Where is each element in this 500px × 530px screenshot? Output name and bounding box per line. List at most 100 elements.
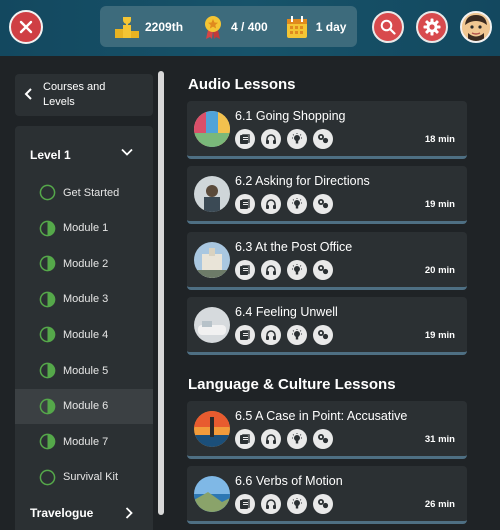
lesson-activity-button[interactable] [261,129,281,149]
courses-label-line1: Courses and [43,81,106,93]
sidebar-scrollbar[interactable] [158,71,164,515]
travelogue-label[interactable]: Travelogue [30,506,93,520]
progress-circle-icon [39,291,56,308]
lesson-title: 6.5 A Case in Point: Accusative [235,409,408,423]
sidebar-item-label: Get Started [63,186,120,199]
flashcards-icon [318,434,329,444]
lesson-thumbnail [194,307,230,343]
lesson-activity-button[interactable] [261,429,281,449]
lightbulb-icon [292,198,302,209]
lesson-notes-icon [240,434,250,444]
gear-icon [423,18,441,36]
lesson-activity-button[interactable] [261,494,281,514]
sidebar-item-module[interactable]: Get Started [15,175,153,210]
chevron-left-icon [15,87,43,104]
chevron-down-icon[interactable] [121,146,133,158]
sidebar-item-module[interactable]: Survival Kit [15,460,153,495]
lesson-activity-button[interactable] [313,194,333,214]
lesson-activity-button[interactable] [313,129,333,149]
search-button[interactable] [372,11,404,43]
lesson-activity-button[interactable] [235,194,255,214]
progress-circle-icon [39,220,56,236]
sidebar-item-label: Module 7 [63,435,109,448]
courses-and-levels-button[interactable]: Courses and Levels [15,74,153,116]
lesson-card[interactable]: 6.4 Feeling Unwell 19 min [187,297,467,355]
lesson-duration: 26 min [424,499,455,510]
lesson-notes-icon [240,330,250,340]
lesson-notes-icon [240,265,250,275]
headphones-icon [266,434,276,444]
lesson-activity-button[interactable] [287,129,307,149]
top-bar: 2209th 4 / 400 1 day [0,0,500,56]
sidebar-item-label: Module 1 [63,222,109,235]
lesson-activity-button[interactable] [313,429,333,449]
sidebar-item-label: Module 2 [63,257,109,270]
lesson-activity-button[interactable] [313,494,333,514]
chevron-right-icon[interactable] [123,507,135,519]
lesson-activity-button[interactable] [235,129,255,149]
lesson-activity-button[interactable] [287,194,307,214]
rank-value: 2209th [145,19,184,34]
lesson-activity-button[interactable] [313,260,333,280]
lesson-activity-button[interactable] [235,260,255,280]
lesson-activity-button[interactable] [235,494,255,514]
lesson-thumbnail [194,476,230,512]
star-medal-icon [205,15,222,39]
lesson-activity-button[interactable] [287,260,307,280]
lesson-card[interactable]: 6.2 Asking for Directions 19 min [187,166,467,224]
sidebar-item-label: Survival Kit [63,471,119,484]
lightbulb-icon [292,133,302,144]
lesson-thumbnail [194,111,230,147]
lesson-duration: 20 min [424,265,455,276]
lesson-activity-button[interactable] [287,494,307,514]
headphones-icon [266,265,276,275]
lesson-activity-button[interactable] [261,325,281,345]
lesson-activity-icons [235,325,333,345]
level-title[interactable]: Level 1 [30,148,71,162]
lesson-activity-icons [235,260,333,280]
lesson-activity-button[interactable] [261,260,281,280]
flashcards-icon [318,134,329,144]
lesson-activity-button[interactable] [287,429,307,449]
lesson-card[interactable]: 6.5 A Case in Point: Accusative 31 min [187,401,467,459]
progress-circle-icon [39,433,56,450]
settings-button[interactable] [416,11,448,43]
audio-lessons-title: Audio Lessons [188,76,296,93]
user-avatar[interactable] [460,11,492,43]
sidebar-item-module[interactable]: Module 3 [15,282,153,317]
sidebar-item-module[interactable]: Module 2 [15,246,153,281]
close-icon [19,20,33,34]
progress-circle-icon [39,184,56,201]
lightbulb-icon [292,329,302,340]
sidebar-item-label: Module 3 [63,293,109,306]
lesson-card[interactable]: 6.3 At the Post Office 20 min [187,232,467,290]
lesson-activity-icons [235,429,333,449]
sidebar-item-module[interactable]: Module 6 [15,388,153,424]
lesson-activity-icons [235,129,333,149]
lesson-activity-button[interactable] [261,194,281,214]
lesson-card[interactable]: 6.1 Going Shopping 18 min [187,101,467,159]
headphones-icon [266,330,276,340]
courses-label: Courses and Levels [43,80,105,110]
lesson-activity-button[interactable] [235,429,255,449]
lesson-card[interactable]: 6.6 Verbs of Motion 26 min [187,466,467,524]
podium-trophy-icon [115,16,139,38]
progress-circle-icon [39,327,56,343]
sidebar-item-module[interactable]: Module 4 [15,317,153,352]
sidebar-item-module[interactable]: Module 5 [15,353,153,388]
close-button[interactable] [9,10,43,44]
sidebar-item-module[interactable]: Module 1 [15,211,153,246]
flashcards-icon [318,330,329,340]
sidebar-item-label: Module 5 [63,364,109,377]
stats-panel: 2209th 4 / 400 1 day [100,6,357,47]
lesson-notes-icon [240,134,250,144]
lesson-activity-button[interactable] [235,325,255,345]
lesson-activity-button[interactable] [313,325,333,345]
sidebar-item-module[interactable]: Module 7 [15,424,153,459]
level-panel: Level 1 Get Started Module 1 Module 2 Modul… [15,126,153,530]
progress-circle-icon [39,255,56,272]
lesson-activity-button[interactable] [287,325,307,345]
sidebar-item-label: Module 4 [63,328,109,341]
progress-circle-icon [39,469,56,486]
lesson-thumbnail [194,411,230,447]
